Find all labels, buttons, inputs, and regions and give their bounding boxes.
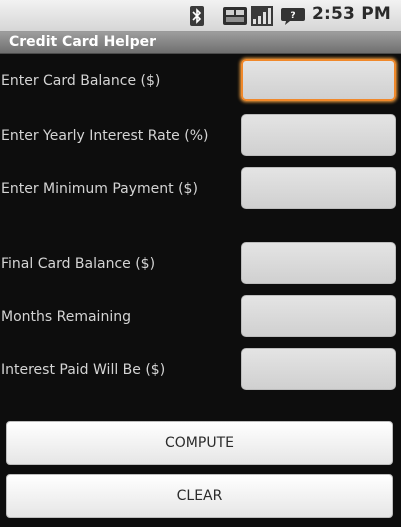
app-title: Credit Card Helper [9,34,157,50]
months-remaining-field[interactable] [241,295,396,337]
final-balance-label: Final Card Balance ($) [1,256,156,272]
months-remaining-label: Months Remaining [1,309,131,325]
status-bar: ? 2:53 PM [0,0,401,32]
interest-paid-label: Interest Paid Will Be ($) [1,362,166,378]
compute-button[interactable]: COMPUTE [6,421,393,465]
app-screen: ? 2:53 PM Credit Card Helper Enter Card … [0,0,401,527]
interest-rate-label: Enter Yearly Interest Rate (%) [1,128,209,144]
notification-icon [223,6,249,26]
interest-paid-field[interactable] [241,348,396,390]
app-title-bar: Credit Card Helper [0,32,401,54]
interest-rate-input[interactable] [241,114,396,156]
status-clock: 2:53 PM [312,4,391,24]
chat-icon: ? [280,6,306,26]
card-balance-input[interactable] [241,59,396,101]
signal-icon [251,6,273,26]
minimum-payment-input[interactable] [241,167,396,209]
bluetooth-icon [190,6,204,26]
clear-button[interactable]: CLEAR [6,474,393,518]
final-balance-field[interactable] [241,242,396,284]
svg-text:?: ? [290,11,295,21]
minimum-payment-label: Enter Minimum Payment ($) [1,181,198,197]
card-balance-label: Enter Card Balance ($) [1,73,161,89]
